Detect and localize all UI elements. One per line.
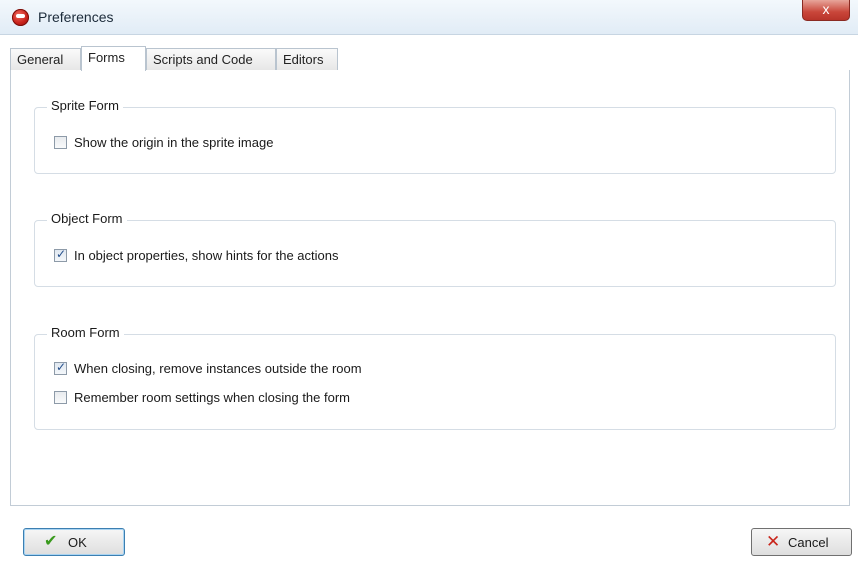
ok-button[interactable]: ✔ OK (23, 528, 125, 556)
remember-room-settings-checkbox[interactable] (54, 391, 67, 404)
group-title: Object Form (47, 211, 127, 226)
tab-scripts-and-code[interactable]: Scripts and Code (146, 48, 276, 70)
check-icon: ✔ (44, 533, 58, 550)
close-icon: x (822, 1, 830, 17)
ok-button-label: OK (68, 535, 87, 550)
tab-forms[interactable]: Forms (81, 46, 146, 71)
forms-tab-panel: Sprite Form Show the origin in the sprit… (10, 70, 850, 506)
checkbox-label[interactable]: When closing, remove instances outside t… (74, 361, 362, 376)
show-origin-checkbox[interactable] (54, 136, 67, 149)
sprite-form-group: Sprite Form Show the origin in the sprit… (34, 98, 836, 174)
title-bar: Preferences x (0, 0, 858, 35)
room-form-group: Room Form ✓ When closing, remove instanc… (34, 325, 836, 430)
remove-instances-checkbox[interactable]: ✓ (54, 360, 67, 375)
tab-editors[interactable]: Editors (276, 48, 338, 70)
checkbox-label[interactable]: Remember room settings when closing the … (74, 390, 350, 405)
checkbox-label[interactable]: In object properties, show hints for the… (74, 248, 338, 263)
group-title: Room Form (47, 325, 124, 340)
cancel-button-label: Cancel (788, 535, 829, 550)
checkbox-label[interactable]: Show the origin in the sprite image (74, 135, 273, 150)
window-title: Preferences (38, 9, 114, 25)
object-form-group: Object Form ✓ In object properties, show… (34, 211, 836, 287)
tab-strip: General Forms Scripts and Code Editors (10, 46, 850, 71)
app-icon (12, 9, 29, 26)
dialog-footer: ✔ OK ✕ Cancel (0, 510, 858, 562)
close-button[interactable]: x (802, 0, 850, 21)
cancel-button[interactable]: ✕ Cancel (751, 528, 852, 556)
x-icon: ✕ (766, 532, 781, 551)
checkmark-icon: ✓ (56, 360, 67, 374)
show-hints-checkbox[interactable]: ✓ (54, 247, 67, 262)
tab-general[interactable]: General (10, 48, 81, 70)
group-title: Sprite Form (47, 98, 123, 113)
checkmark-icon: ✓ (56, 247, 67, 261)
